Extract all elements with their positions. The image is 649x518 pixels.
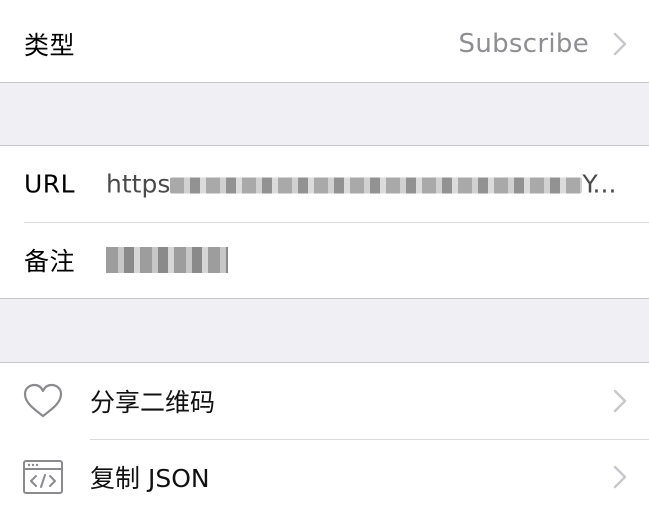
chevron-right-icon <box>613 465 627 489</box>
chevron-right-icon <box>613 32 627 56</box>
type-label: 类型 <box>24 31 76 60</box>
type-group: 类型 Subscribe <box>0 6 649 83</box>
share-qr-label: 分享二维码 <box>90 388 216 417</box>
type-value: Subscribe <box>458 29 589 59</box>
chevron-right-icon <box>613 389 627 413</box>
url-label: URL <box>24 169 76 199</box>
heart-icon <box>23 383 63 418</box>
share-qr-row[interactable]: 分享二维码 <box>0 363 649 439</box>
copy-json-label: 复制 JSON <box>90 464 210 493</box>
url-prefix: https <box>106 169 171 199</box>
note-label: 备注 <box>24 247 76 276</box>
details-group: URL https Y... 备注 <box>0 145 649 299</box>
code-window-icon <box>23 460 63 494</box>
top-edge <box>0 0 649 6</box>
settings-screen: 类型 Subscribe URL https Y... 备注 分享二维码 复制 … <box>0 0 649 518</box>
type-row[interactable]: 类型 Subscribe <box>0 6 649 82</box>
copy-json-row[interactable]: 复制 JSON <box>0 439 649 515</box>
url-redacted <box>170 177 583 194</box>
url-value: https Y... <box>106 170 619 199</box>
url-suffix: Y... <box>582 169 617 199</box>
url-row[interactable]: URL https Y... <box>0 146 649 222</box>
note-redacted <box>106 247 228 273</box>
note-row[interactable]: 备注 <box>0 222 649 298</box>
actions-group: 分享二维码 复制 JSON <box>0 362 649 518</box>
